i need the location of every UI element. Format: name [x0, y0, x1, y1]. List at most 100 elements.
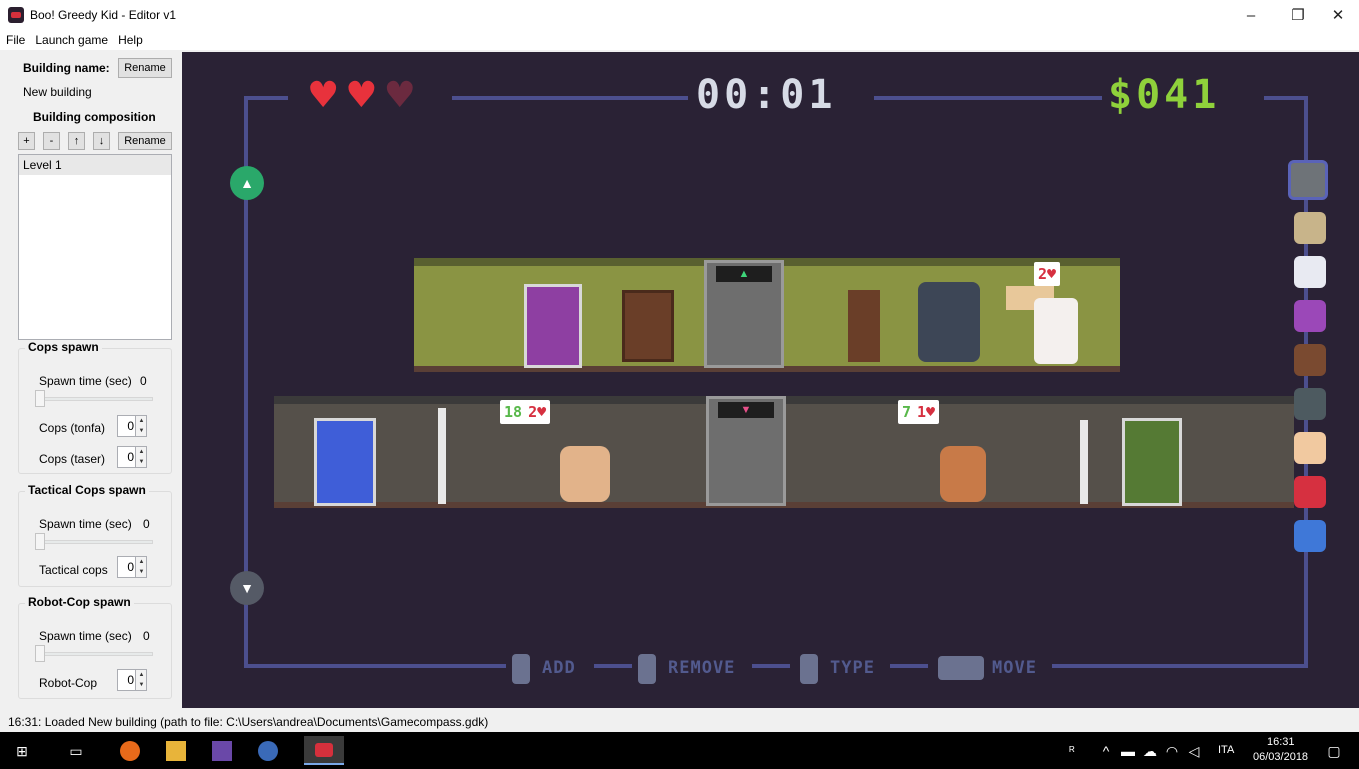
notification-icon[interactable]: ▢	[1324, 741, 1344, 761]
move-level-down-button[interactable]: ↓	[93, 132, 110, 150]
status-bar: 16:31: Loaded New building (path to file…	[0, 712, 1359, 732]
heart-icon: ♥	[345, 75, 378, 116]
elevator-up-sign: ▲	[716, 266, 772, 282]
spin-up-icon[interactable]: ▲	[136, 447, 147, 457]
spin-down-icon[interactable]: ▼	[136, 426, 147, 436]
game-preview[interactable]: ♥ ♥ ♥ 00:01 $041 ▲ ▼ ▲ 2♥ ▼ 18 2♥ 7 1♥ A…	[182, 52, 1359, 708]
mouse-right-icon	[638, 654, 656, 684]
palette-wardrobe-icon[interactable]	[1294, 344, 1326, 376]
level-list[interactable]: Level 1	[18, 154, 172, 340]
cops-tonfa-value: 0	[127, 419, 134, 433]
steam-icon[interactable]	[258, 741, 278, 761]
palette-fridge-icon[interactable]	[1294, 256, 1326, 288]
tactical-cops-label: Tactical cops	[39, 563, 108, 577]
cops-spawn-time-slider[interactable]	[37, 397, 153, 401]
cloud-icon[interactable]: ☁	[1140, 741, 1160, 761]
robocop-spawn-time-slider[interactable]	[37, 652, 153, 656]
app-icon[interactable]	[212, 741, 232, 761]
rename-level-button[interactable]: Rename	[118, 132, 172, 150]
spin-up-icon[interactable]: ▲	[136, 670, 147, 680]
taskbar: ⊞ ▭ ᴿ ^ ▬ ☁ ◠ ◁ ITA 16:31 06/03/2018 ▢	[0, 732, 1359, 769]
cops-spawn-time-value: 0	[140, 374, 147, 388]
hud-frame-line	[874, 96, 1102, 100]
boo-greedy-kid-taskbar-button[interactable]	[304, 736, 344, 765]
robocop-value: 0	[127, 673, 134, 687]
tactical-spawn-group: Tactical Cops spawn Spawn time (sec) 0 T…	[18, 483, 172, 587]
palette-elevator-icon[interactable]	[1294, 388, 1326, 420]
boo-greedy-kid-icon	[315, 742, 333, 757]
arrow-down-icon: ▼	[240, 580, 254, 596]
tactical-spawn-title: Tactical Cops spawn	[25, 483, 149, 497]
mouse-wheel-icon	[800, 654, 818, 684]
rename-building-button[interactable]: Rename	[118, 58, 172, 78]
wall-divider	[438, 408, 446, 504]
old-man-character	[560, 446, 610, 502]
hud-frame-line	[752, 664, 790, 668]
cops-tonfa-stepper[interactable]: 0 ▲ ▼	[117, 415, 147, 437]
menu-bar: File Launch game Help	[0, 30, 1359, 50]
list-item[interactable]: Level 1	[19, 155, 171, 175]
hint-remove: REMOVE	[668, 658, 736, 678]
robocop-spawn-group: Robot-Cop spawn Spawn time (sec) 0 Robot…	[18, 595, 172, 699]
cops-spawn-time-slider-thumb[interactable]	[35, 390, 45, 407]
mouse-left-icon	[512, 654, 530, 684]
palette-painting-icon[interactable]	[1294, 212, 1326, 244]
close-button[interactable]: ✕	[1316, 0, 1359, 30]
add-level-button[interactable]: +	[18, 132, 35, 150]
robocop-spawn-time-label: Spawn time (sec)	[39, 629, 132, 643]
menu-help[interactable]: Help	[113, 33, 148, 47]
palette-drop-icon[interactable]	[1294, 520, 1326, 552]
hint-type: TYPE	[830, 658, 875, 678]
chevron-up-icon[interactable]: ^	[1096, 741, 1116, 761]
hint-add: ADD	[542, 658, 576, 678]
cops-taser-value: 0	[127, 450, 134, 464]
robocop-spawn-time-value: 0	[143, 629, 150, 643]
spin-down-icon[interactable]: ▼	[136, 567, 147, 577]
nurse-bubble: 2♥	[1034, 262, 1061, 286]
blue-door	[314, 418, 376, 506]
minimize-button[interactable]: –	[1229, 0, 1273, 30]
purple-door	[524, 284, 582, 368]
tactical-cops-stepper[interactable]: 0 ▲ ▼	[117, 556, 147, 578]
menu-file[interactable]: File	[0, 33, 30, 47]
robocop-stepper[interactable]: 0 ▲ ▼	[117, 669, 147, 691]
hud-frame-line	[1052, 664, 1308, 668]
wifi-icon[interactable]: ◠	[1162, 741, 1182, 761]
old-man-bubble: 18 2♥	[500, 400, 551, 424]
spin-up-icon[interactable]: ▲	[136, 557, 147, 567]
battery-icon[interactable]: ▬	[1118, 741, 1138, 761]
people-icon[interactable]: ᴿ	[1062, 741, 1082, 761]
move-level-up-button[interactable]: ↑	[68, 132, 85, 150]
robocop-spawn-time-slider-thumb[interactable]	[35, 645, 45, 662]
cops-spawn-group: Cops spawn Spawn time (sec) 0 Cops (tonf…	[18, 340, 172, 474]
clock-time[interactable]: 16:31	[1267, 736, 1295, 748]
menu-launch-game[interactable]: Launch game	[30, 33, 113, 47]
volume-icon[interactable]: ◁	[1184, 741, 1204, 761]
language-indicator[interactable]: ITA	[1218, 744, 1234, 756]
palette-character-icon[interactable]	[1294, 432, 1326, 464]
cops-taser-stepper[interactable]: 0 ▲ ▼	[117, 446, 147, 468]
hint-move: MOVE	[992, 658, 1037, 678]
clock-date[interactable]: 06/03/2018	[1253, 751, 1308, 763]
palette-wall-icon[interactable]	[1288, 160, 1328, 200]
palette-medkit-icon[interactable]	[1294, 476, 1326, 508]
nurse-character	[1034, 298, 1078, 364]
maximize-button[interactable]: ❐	[1276, 0, 1320, 30]
task-view-icon[interactable]: ▭	[66, 741, 86, 761]
spin-up-icon[interactable]: ▲	[136, 416, 147, 426]
arrow-up-icon: ▲	[240, 175, 254, 191]
spin-down-icon[interactable]: ▼	[136, 680, 147, 690]
level-down-button[interactable]: ▼	[230, 571, 264, 605]
tactical-spawn-time-slider[interactable]	[37, 540, 153, 544]
windows-start-icon[interactable]: ⊞	[12, 741, 32, 761]
robocop-character	[918, 282, 980, 362]
file-explorer-icon[interactable]	[166, 741, 186, 761]
level-up-button[interactable]: ▲	[230, 166, 264, 200]
tactical-spawn-time-slider-thumb[interactable]	[35, 533, 45, 550]
remove-level-button[interactable]: -	[43, 132, 60, 150]
heart-icon: ♥	[383, 75, 416, 116]
firefox-icon[interactable]	[120, 741, 140, 761]
spin-down-icon[interactable]: ▼	[136, 457, 147, 467]
palette-door-icon[interactable]	[1294, 300, 1326, 332]
hud-frame-line	[244, 96, 288, 100]
